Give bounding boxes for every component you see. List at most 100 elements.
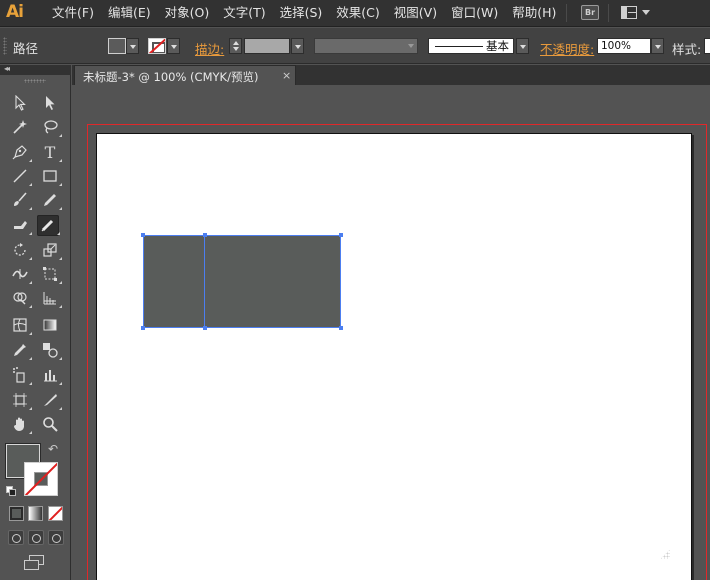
rotate-tool[interactable] — [9, 240, 32, 261]
layout-grid-icon — [621, 6, 637, 19]
swap-fill-stroke-icon[interactable]: ↶ — [48, 443, 58, 455]
pen-tool[interactable] — [9, 142, 32, 163]
arrange-documents-button[interactable] — [619, 4, 653, 22]
blend-tool[interactable] — [39, 340, 62, 361]
stroke-weight-dropdown[interactable] — [291, 38, 304, 54]
canvas-area[interactable] — [72, 86, 710, 580]
stroke-panel-link[interactable]: 描边: — [195, 39, 224, 58]
panel-grip-icon[interactable] — [24, 79, 46, 83]
eraser-icon — [41, 219, 54, 232]
menu-window[interactable]: 窗口(W) — [444, 0, 505, 26]
eyedropper-tool[interactable] — [9, 340, 32, 361]
rectangle-tool[interactable] — [39, 166, 62, 187]
collapse-icon[interactable]: ◂◂ — [4, 64, 10, 73]
width-icon — [12, 269, 28, 279]
stroke-weight-stepper[interactable] — [229, 38, 242, 54]
symbol-sprayer-tool[interactable] — [9, 365, 32, 386]
direct-selection-tool[interactable] — [39, 93, 61, 114]
shape-builder-tool[interactable] — [9, 288, 32, 309]
fill-dropdown-button[interactable] — [126, 38, 139, 54]
control-bar: 路径 描边: 基本 不透明度: 100% 样式: — [0, 28, 710, 64]
menu-type[interactable]: 文字(T) — [216, 0, 272, 26]
brush-stroke-preview — [435, 46, 483, 47]
symbol-sprayer-icon — [13, 367, 25, 383]
magnifier-icon — [43, 417, 58, 432]
hand-icon — [14, 417, 24, 431]
menu-select[interactable]: 选择(S) — [273, 0, 330, 26]
gradient-mode-button[interactable] — [28, 506, 43, 521]
free-transform-tool[interactable] — [39, 264, 62, 285]
paintbrush-tool[interactable] — [9, 190, 32, 211]
graphic-style-swatch[interactable] — [704, 38, 710, 54]
stroke-weight-input[interactable] — [244, 38, 290, 54]
menu-effect[interactable]: 效果(C) — [329, 0, 386, 26]
document-tab-title: 未标题-3* @ 100% (CMYK/预览) — [83, 70, 259, 84]
opacity-panel-link[interactable]: 不透明度: — [540, 39, 594, 58]
selection-path-divider — [204, 235, 205, 328]
column-graph-tool[interactable] — [39, 365, 62, 386]
brush-name: 基本 — [486, 39, 509, 53]
blob-brush-tool[interactable] — [9, 215, 32, 236]
scale-tool[interactable] — [39, 240, 62, 261]
brush-definition-select[interactable]: 基本 — [428, 38, 514, 54]
default-fill-stroke-icon[interactable] — [6, 486, 16, 496]
anchor-point[interactable] — [141, 326, 145, 330]
bridge-button[interactable]: Br — [581, 5, 599, 20]
line-segment-tool[interactable] — [9, 166, 32, 187]
column-graph-icon — [44, 370, 57, 382]
fill-color-swatch[interactable] — [108, 38, 126, 54]
none-mode-button[interactable] — [48, 506, 63, 521]
stroke-dropdown-button[interactable] — [167, 38, 180, 54]
lasso-tool[interactable] — [39, 117, 62, 138]
color-mode-button[interactable] — [9, 506, 24, 521]
document-tab[interactable]: 未标题-3* @ 100% (CMYK/预览) × — [74, 65, 296, 85]
panel-grip-icon[interactable] — [3, 37, 7, 55]
zoom-tool[interactable] — [39, 414, 61, 435]
pencil-tool[interactable] — [39, 190, 62, 211]
menu-object[interactable]: 对象(O) — [158, 0, 217, 26]
stroke-color-swatch[interactable] — [148, 38, 166, 54]
anchor-point[interactable] — [141, 233, 145, 237]
stroke-swatch[interactable] — [24, 462, 58, 496]
artboard[interactable] — [96, 133, 692, 580]
menu-separator — [566, 4, 567, 22]
anchor-point[interactable] — [339, 326, 343, 330]
shape-builder-icon — [13, 292, 27, 305]
draw-inside-button[interactable] — [48, 530, 64, 545]
rotate-icon — [14, 243, 26, 256]
slice-tool[interactable] — [39, 390, 62, 411]
slice-knife-icon — [44, 394, 57, 406]
opacity-input[interactable]: 100% — [597, 38, 651, 54]
perspective-grid-tool[interactable] — [39, 288, 62, 309]
magic-wand-tool[interactable] — [9, 117, 31, 138]
artboard-tool[interactable] — [9, 390, 32, 411]
brush-dropdown-button[interactable] — [516, 38, 529, 54]
variable-width-profile-select[interactable] — [314, 38, 418, 54]
screen-mode-button[interactable] — [22, 555, 46, 571]
anchor-point[interactable] — [203, 326, 207, 330]
blob-brush-icon — [14, 221, 27, 229]
draw-normal-button[interactable] — [8, 530, 24, 545]
eraser-tool[interactable] — [37, 215, 60, 236]
gradient-tool[interactable] — [39, 315, 61, 336]
draw-behind-button[interactable] — [28, 530, 44, 545]
anchor-point[interactable] — [339, 233, 343, 237]
mesh-tool[interactable] — [9, 315, 32, 336]
anchor-point[interactable] — [203, 233, 207, 237]
menu-view[interactable]: 视图(V) — [387, 0, 444, 26]
menu-help[interactable]: 帮助(H) — [505, 0, 563, 26]
menu-edit[interactable]: 编辑(E) — [101, 0, 158, 26]
blend-icon — [43, 343, 58, 358]
opacity-dropdown-button[interactable] — [651, 38, 664, 54]
type-t-icon: T — [44, 143, 56, 162]
width-tool[interactable] — [9, 264, 32, 285]
document-tab-bar: 未标题-3* @ 100% (CMYK/预览) × — [72, 65, 710, 85]
type-tool[interactable]: T — [39, 142, 62, 163]
selection-outline — [143, 235, 341, 328]
selection-tool[interactable] — [9, 93, 31, 114]
menu-file[interactable]: 文件(F) — [45, 0, 101, 26]
graphic-style-label: 样式: — [672, 42, 702, 57]
close-icon[interactable]: × — [282, 69, 291, 82]
hand-tool[interactable] — [9, 414, 32, 435]
gradient-icon — [43, 319, 57, 331]
